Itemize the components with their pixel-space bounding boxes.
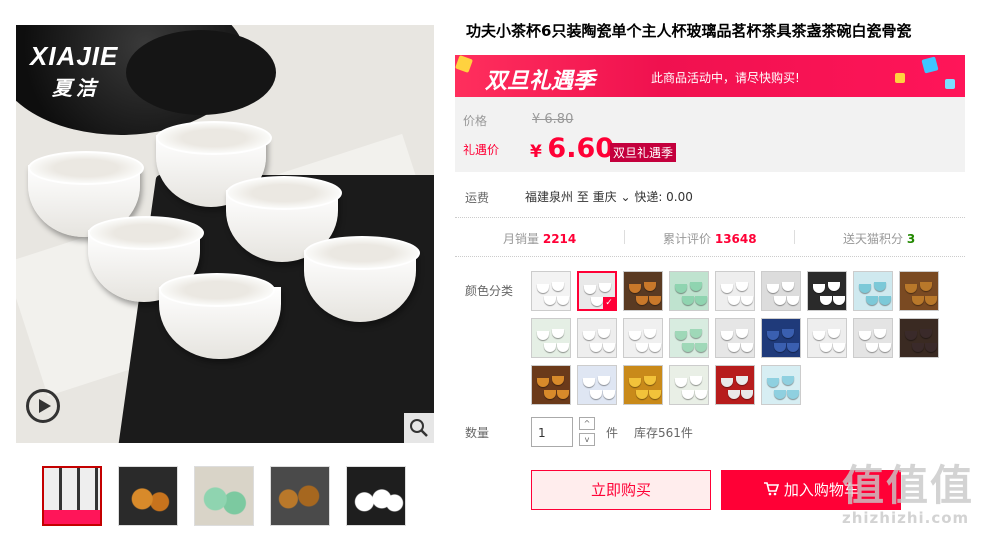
price-label: 价格 <box>463 114 488 128</box>
promo-price-tag: 双旦礼遇季 <box>610 143 677 162</box>
thumbnail-1[interactable] <box>42 466 102 526</box>
quantity-increase-button[interactable]: ^ <box>579 417 595 430</box>
color-swatch[interactable] <box>577 318 617 358</box>
color-swatch[interactable] <box>531 271 571 311</box>
product-page: XIAJIE 夏洁 功夫小茶杯6只装陶瓷单个主人杯玻璃品茗杯茶具茶盏茶碗白瓷骨瓷… <box>0 0 992 535</box>
divider <box>794 230 795 244</box>
thumbnail-strip <box>42 466 406 526</box>
teapot-lid <box>126 30 276 115</box>
color-swatch[interactable] <box>899 271 939 311</box>
points-label: 送天猫积分 <box>843 232 904 246</box>
color-swatch[interactable] <box>899 318 939 358</box>
color-swatch[interactable] <box>853 318 893 358</box>
thumbnail-4[interactable] <box>270 466 330 526</box>
promo-message: 此商品活动中，请尽快购买! <box>651 71 800 85</box>
cart-icon <box>764 482 780 496</box>
magnifier-icon[interactable] <box>404 413 434 443</box>
currency-symbol: ¥ <box>530 142 542 162</box>
color-swatch[interactable] <box>669 365 709 405</box>
watermark-url: zhizhizhi.com <box>842 509 970 527</box>
brand-logo-en: XIAJIE <box>30 41 119 71</box>
thumbnail-5[interactable] <box>346 466 406 526</box>
color-swatch[interactable] <box>715 271 755 311</box>
color-swatch[interactable] <box>623 318 663 358</box>
stats-bar: 月销量 2214 累计评价 13648 送天猫积分 3 <box>455 228 965 248</box>
product-title: 功夫小茶杯6只装陶瓷单个主人杯玻璃品茗杯茶具茶盏茶碗白瓷骨瓷 <box>466 22 912 40</box>
reviews-value: 13648 <box>714 232 757 246</box>
decor-box <box>895 73 905 83</box>
color-swatch[interactable] <box>807 271 847 311</box>
quantity-decrease-button[interactable]: v <box>579 433 595 446</box>
color-swatch[interactable] <box>807 318 847 358</box>
play-video-icon[interactable] <box>26 389 60 423</box>
color-swatch[interactable] <box>669 271 709 311</box>
monthly-sales-value: 2214 <box>542 232 577 246</box>
promo-banner-title: 双旦礼遇季 <box>485 69 596 94</box>
divider <box>455 256 965 257</box>
color-swatch[interactable] <box>531 365 571 405</box>
deal-price-label: 礼遇价 <box>463 143 500 157</box>
site-watermark: 值值值 zhizhizhi.com <box>842 452 974 527</box>
decor-box <box>921 56 939 74</box>
reviews-label: 累计评价 <box>663 232 712 246</box>
color-swatch[interactable] <box>669 318 709 358</box>
color-swatch[interactable] <box>761 271 801 311</box>
original-price: ¥ 6.80 <box>532 112 574 127</box>
shipping-info[interactable]: 福建泉州 至 重庆 ⌄ 快递: 0.00 <box>525 188 693 205</box>
brand-logo: XIAJIE 夏洁 <box>30 41 118 101</box>
monthly-sales: 月销量 2214 <box>503 230 576 247</box>
tmall-points: 送天猫积分 3 <box>843 230 915 247</box>
color-swatch[interactable] <box>623 271 663 311</box>
color-swatch[interactable]: ✓ <box>577 271 617 311</box>
monthly-sales-label: 月销量 <box>503 232 540 246</box>
brand-logo-cn: 夏洁 <box>52 78 100 100</box>
color-swatch[interactable] <box>715 365 755 405</box>
color-swatch[interactable] <box>715 318 755 358</box>
color-options-label: 颜色分类 <box>465 284 514 298</box>
main-product-image[interactable]: XIAJIE 夏洁 <box>16 25 434 443</box>
quantity-unit: 件 <box>606 426 619 440</box>
color-swatch[interactable] <box>761 365 801 405</box>
divider <box>624 230 625 244</box>
current-price: ¥ 6.60 <box>530 133 614 164</box>
total-reviews[interactable]: 累计评价 13648 <box>663 230 757 247</box>
color-swatch[interactable] <box>531 318 571 358</box>
watermark-cn: 值值值 <box>842 461 975 510</box>
promo-banner: 双旦礼遇季 此商品活动中，请尽快购买! <box>455 55 965 97</box>
buy-now-button[interactable]: 立即购买 <box>531 470 711 510</box>
selected-check-icon: ✓ <box>603 297 615 309</box>
current-price-value: 6.60 <box>547 133 615 164</box>
stock-count: 库存561件 <box>634 426 693 440</box>
thumbnail-2[interactable] <box>118 466 178 526</box>
color-swatch[interactable] <box>623 365 663 405</box>
color-swatch[interactable] <box>577 365 617 405</box>
color-swatch[interactable] <box>761 318 801 358</box>
thumbnail-3[interactable] <box>194 466 254 526</box>
divider <box>455 217 965 218</box>
decor-box <box>945 79 955 89</box>
color-swatch[interactable] <box>853 271 893 311</box>
shipping-label: 运费 <box>465 191 490 205</box>
price-box: 价格 ¥ 6.80 礼遇价 ¥ 6.60 双旦礼遇季 <box>455 97 965 172</box>
quantity-label: 数量 <box>465 426 490 440</box>
decor-box <box>455 55 473 73</box>
points-value: 3 <box>906 232 916 246</box>
quantity-input[interactable]: 1 <box>531 417 573 447</box>
